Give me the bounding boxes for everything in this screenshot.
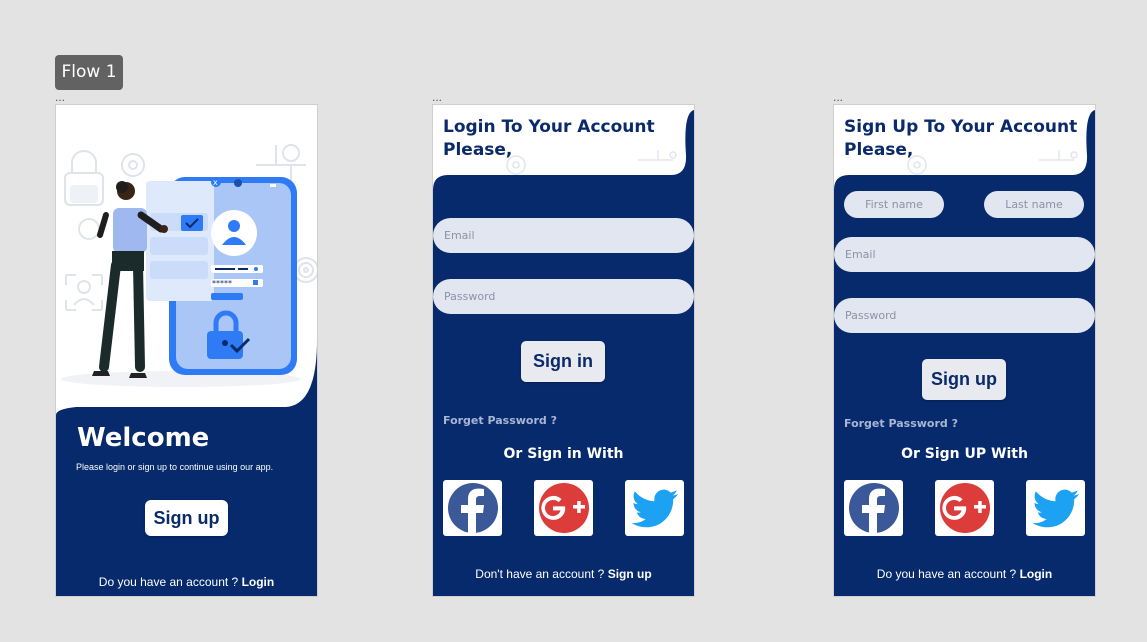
signup-button[interactable]: Sign up <box>145 500 228 536</box>
last-name-field[interactable]: Last name <box>984 191 1084 218</box>
signup-link[interactable]: Sign up <box>608 567 652 581</box>
first-name-field[interactable]: First name <box>844 191 944 218</box>
email-field[interactable]: Email <box>834 237 1095 272</box>
email-field[interactable]: Email <box>433 218 694 253</box>
welcome-screen: x ***** Welcome Please login or sign up … <box>55 104 318 597</box>
signin-button[interactable]: Sign in <box>521 341 605 382</box>
frame-marker: ... <box>833 90 844 104</box>
twitter-button[interactable] <box>625 480 684 536</box>
login-footer: Don't have an account ? Sign up <box>433 567 694 581</box>
facebook-button[interactable] <box>844 480 903 536</box>
google-plus-icon <box>939 483 990 533</box>
twitter-button[interactable] <box>1026 480 1085 536</box>
title-line-1: Login To Your Account <box>443 117 655 137</box>
footer-text: Don't have an account ? <box>475 567 605 581</box>
footer-text: Do you have an account ? <box>98 575 239 589</box>
title-line-1: Sign Up To Your Account <box>844 117 1078 137</box>
facebook-button[interactable] <box>443 480 502 536</box>
svg-text:x: x <box>213 178 218 187</box>
title-line-2: Please, <box>844 140 914 160</box>
welcome-subtitle: Please login or sign up to continue usin… <box>76 462 274 472</box>
google-plus-button[interactable] <box>534 480 593 536</box>
or-signup-text: Or Sign UP With <box>901 446 1028 462</box>
facebook-icon <box>447 483 498 533</box>
illustration-password-text: ***** <box>212 279 232 288</box>
login-screen: Login To Your Account Please, Email Pass… <box>432 104 695 597</box>
signup-screen: Sign Up To Your Account Please, First na… <box>833 104 1096 597</box>
welcome-footer: Do you have an account ? Login <box>56 575 317 589</box>
twitter-icon <box>631 489 678 528</box>
page-title: Login To Your Account Please, <box>443 116 655 162</box>
forgot-password-link[interactable]: Forget Password ? <box>844 417 958 430</box>
facebook-icon <box>848 483 899 533</box>
welcome-title: Welcome <box>77 423 210 453</box>
google-plus-icon <box>538 483 589 533</box>
flow-label[interactable]: Flow 1 <box>55 55 123 90</box>
login-link[interactable]: Login <box>242 575 275 589</box>
page-title: Sign Up To Your Account Please, <box>844 116 1077 162</box>
signup-button[interactable]: Sign up <box>922 359 1006 400</box>
or-signin-text: Or Sign in With <box>503 446 624 462</box>
forgot-password-link[interactable]: Forget Password ? <box>443 414 557 427</box>
google-plus-button[interactable] <box>935 480 994 536</box>
footer-text: Do you have an account ? <box>876 567 1017 581</box>
signup-footer: Do you have an account ? Login <box>834 567 1095 581</box>
welcome-illustration: x ***** <box>56 105 317 415</box>
frame-marker: ... <box>432 90 443 104</box>
password-field[interactable]: Password <box>433 279 694 314</box>
title-line-2: Please, <box>443 140 513 160</box>
frame-marker: ... <box>55 90 66 104</box>
twitter-icon <box>1032 489 1079 528</box>
password-field[interactable]: Password <box>834 298 1095 333</box>
login-link[interactable]: Login <box>1020 567 1053 581</box>
